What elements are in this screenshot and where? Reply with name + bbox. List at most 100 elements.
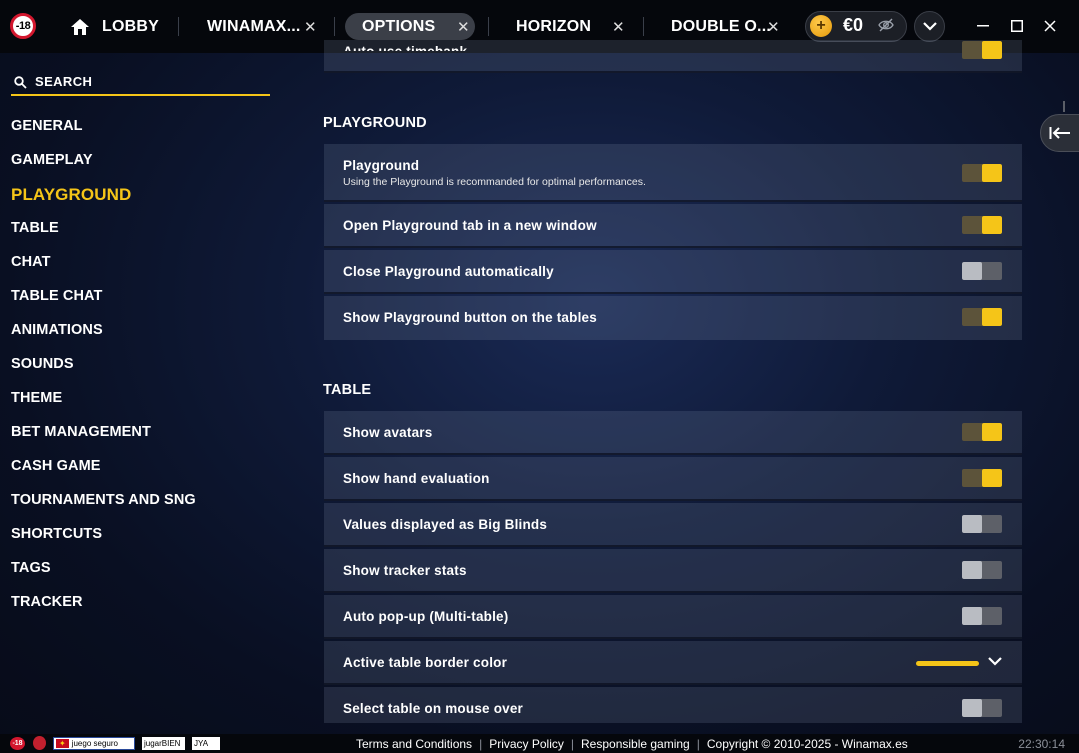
privacy-link[interactable]: Privacy Policy: [489, 737, 564, 751]
sidebar-item-theme[interactable]: THEME: [11, 390, 62, 406]
sidebar-item-general[interactable]: GENERAL: [11, 118, 83, 134]
sidebar-item-table-chat[interactable]: TABLE CHAT: [11, 288, 102, 304]
sidebar-item-gameplay[interactable]: GAMEPLAY: [11, 152, 93, 168]
toggle-switch[interactable]: [962, 41, 1002, 59]
close-icon[interactable]: ✕: [767, 18, 780, 36]
link-separator: |: [479, 737, 483, 751]
tab-divider: [643, 17, 644, 36]
close-icon[interactable]: ✕: [612, 18, 625, 36]
setting-row-show-playground-button[interactable]: Show Playground button on the tables: [324, 296, 1022, 340]
tab-divider: [334, 17, 335, 36]
toggle-switch[interactable]: [962, 164, 1002, 182]
setting-label: Show hand evaluation: [343, 471, 490, 486]
maximize-icon[interactable]: [1011, 20, 1023, 32]
setting-row-close-playground-automatically[interactable]: Close Playground automatically: [324, 250, 1022, 294]
sidebar-item-table[interactable]: TABLE: [11, 220, 59, 236]
search-placeholder: SEARCH: [35, 74, 93, 89]
toggle-switch[interactable]: [962, 515, 1002, 533]
juego-seguro-logo[interactable]: ✦ juego seguro: [53, 737, 135, 750]
sidebar-item-playground[interactable]: PLAYGROUND: [11, 185, 131, 205]
chevron-down-icon[interactable]: [988, 657, 1002, 666]
setting-label: Open Playground tab in a new window: [343, 218, 597, 233]
setting-row-show-hand-evaluation[interactable]: Show hand evaluation: [324, 457, 1022, 501]
setting-label: Close Playground automatically: [343, 264, 554, 279]
tab-winamax[interactable]: WINAMAX... ✕: [207, 0, 317, 53]
collapse-panel-button[interactable]: [1040, 114, 1079, 152]
close-icon[interactable]: ✕: [457, 18, 470, 36]
panel-divider: [1063, 101, 1065, 112]
juego-seguro-text: juego seguro: [71, 739, 118, 748]
setting-row-active-table-border-color[interactable]: Active table border color: [324, 641, 1022, 685]
jya-text: JYA: [194, 739, 209, 748]
setting-label: Active table border color: [343, 655, 508, 670]
tab-options-label: OPTIONS: [362, 17, 436, 35]
eye-off-icon[interactable]: [878, 18, 894, 32]
toggle-switch[interactable]: [962, 308, 1002, 326]
tab-winamax-label: WINAMAX...: [207, 17, 301, 35]
sidebar-item-cash-game[interactable]: CASH GAME: [11, 458, 101, 474]
chevron-down-icon: [922, 22, 937, 31]
footer: -18 ✦ juego seguro jugarBIEN JYA Terms an…: [0, 734, 1079, 753]
sidebar-item-shortcuts[interactable]: SHORTCUTS: [11, 526, 102, 542]
setting-row-show-tracker-stats[interactable]: Show tracker stats: [324, 549, 1022, 593]
sidebar-item-tournaments-and-sng[interactable]: TOURNAMENTS AND SNG: [11, 492, 196, 508]
setting-row-playground[interactable]: Playground Using the Playground is recom…: [324, 144, 1022, 202]
account-dropdown-button[interactable]: [914, 11, 945, 42]
sidebar-item-tags[interactable]: TAGS: [11, 560, 51, 576]
sidebar-item-bet-management[interactable]: BET MANAGEMENT: [11, 424, 151, 440]
toggle-switch[interactable]: [962, 607, 1002, 625]
sidebar-item-chat[interactable]: CHAT: [11, 254, 51, 270]
setting-row-auto-popup[interactable]: Auto pop-up (Multi-table): [324, 595, 1022, 639]
sidebar-item-animations[interactable]: ANIMATIONS: [11, 322, 103, 338]
stop-hand-icon: [33, 736, 46, 750]
footer-links: Terms and Conditions | Privacy Policy | …: [356, 737, 908, 751]
clock: 22:30:14: [1018, 737, 1065, 751]
setting-label: Auto pop-up (Multi-table): [343, 609, 509, 624]
toggle-switch[interactable]: [962, 216, 1002, 234]
responsible-gaming-link[interactable]: Responsible gaming: [581, 737, 690, 751]
setting-label: Show tracker stats: [343, 563, 467, 578]
search-icon: [14, 76, 27, 89]
setting-label: Auto use timebank: [343, 44, 468, 59]
add-funds-icon[interactable]: +: [810, 15, 832, 37]
setting-row-show-avatars[interactable]: Show avatars: [324, 411, 1022, 455]
jugar-bien-logo[interactable]: jugarBIEN: [142, 737, 185, 750]
section-title-table: TABLE: [323, 382, 372, 398]
setting-row[interactable]: Auto use timebank: [324, 40, 1022, 73]
jugar-bien-text: jugarBIEN: [144, 739, 181, 748]
home-icon: [71, 18, 89, 35]
sidebar-item-tracker[interactable]: TRACKER: [11, 594, 83, 610]
jya-logo[interactable]: JYA: [192, 737, 220, 750]
border-color-swatch[interactable]: [916, 661, 979, 666]
terms-link[interactable]: Terms and Conditions: [356, 737, 472, 751]
toggle-switch[interactable]: [962, 699, 1002, 717]
close-window-icon[interactable]: [1044, 20, 1056, 32]
tab-divider: [488, 17, 489, 36]
setting-label: Show avatars: [343, 425, 433, 440]
age-restriction-badge: -18: [10, 13, 36, 39]
collapse-left-icon: [1049, 127, 1070, 139]
toggle-switch[interactable]: [962, 262, 1002, 280]
setting-row-values-as-big-blinds[interactable]: Values displayed as Big Blinds: [324, 503, 1022, 547]
balance-amount: €0: [843, 15, 864, 35]
setting-label: Select table on mouse over: [343, 701, 524, 716]
setting-row-select-table-mouse-over[interactable]: Select table on mouse over: [324, 687, 1022, 723]
link-separator: |: [570, 737, 574, 751]
copyright-text: Copyright © 2010-2025 - Winamax.es: [706, 737, 908, 751]
tab-lobby-label: LOBBY: [102, 17, 159, 35]
sidebar-item-sounds[interactable]: SOUNDS: [11, 356, 74, 372]
toggle-switch[interactable]: [962, 469, 1002, 487]
tab-divider: [178, 17, 179, 36]
search-input[interactable]: SEARCH: [11, 70, 270, 96]
link-separator: |: [696, 737, 700, 751]
tab-lobby[interactable]: LOBBY: [70, 0, 159, 53]
close-icon[interactable]: ✕: [304, 18, 317, 36]
setting-row-open-playground-new-window[interactable]: Open Playground tab in a new window: [324, 204, 1022, 248]
toggle-switch[interactable]: [962, 561, 1002, 579]
toggle-switch[interactable]: [962, 423, 1002, 441]
setting-label: Values displayed as Big Blinds: [343, 517, 548, 532]
age-restriction-icon: -18: [10, 737, 25, 750]
tab-double-o-label: DOUBLE O...: [671, 17, 771, 35]
setting-label: Show Playground button on the tables: [343, 310, 597, 325]
minimize-icon[interactable]: [977, 25, 989, 27]
